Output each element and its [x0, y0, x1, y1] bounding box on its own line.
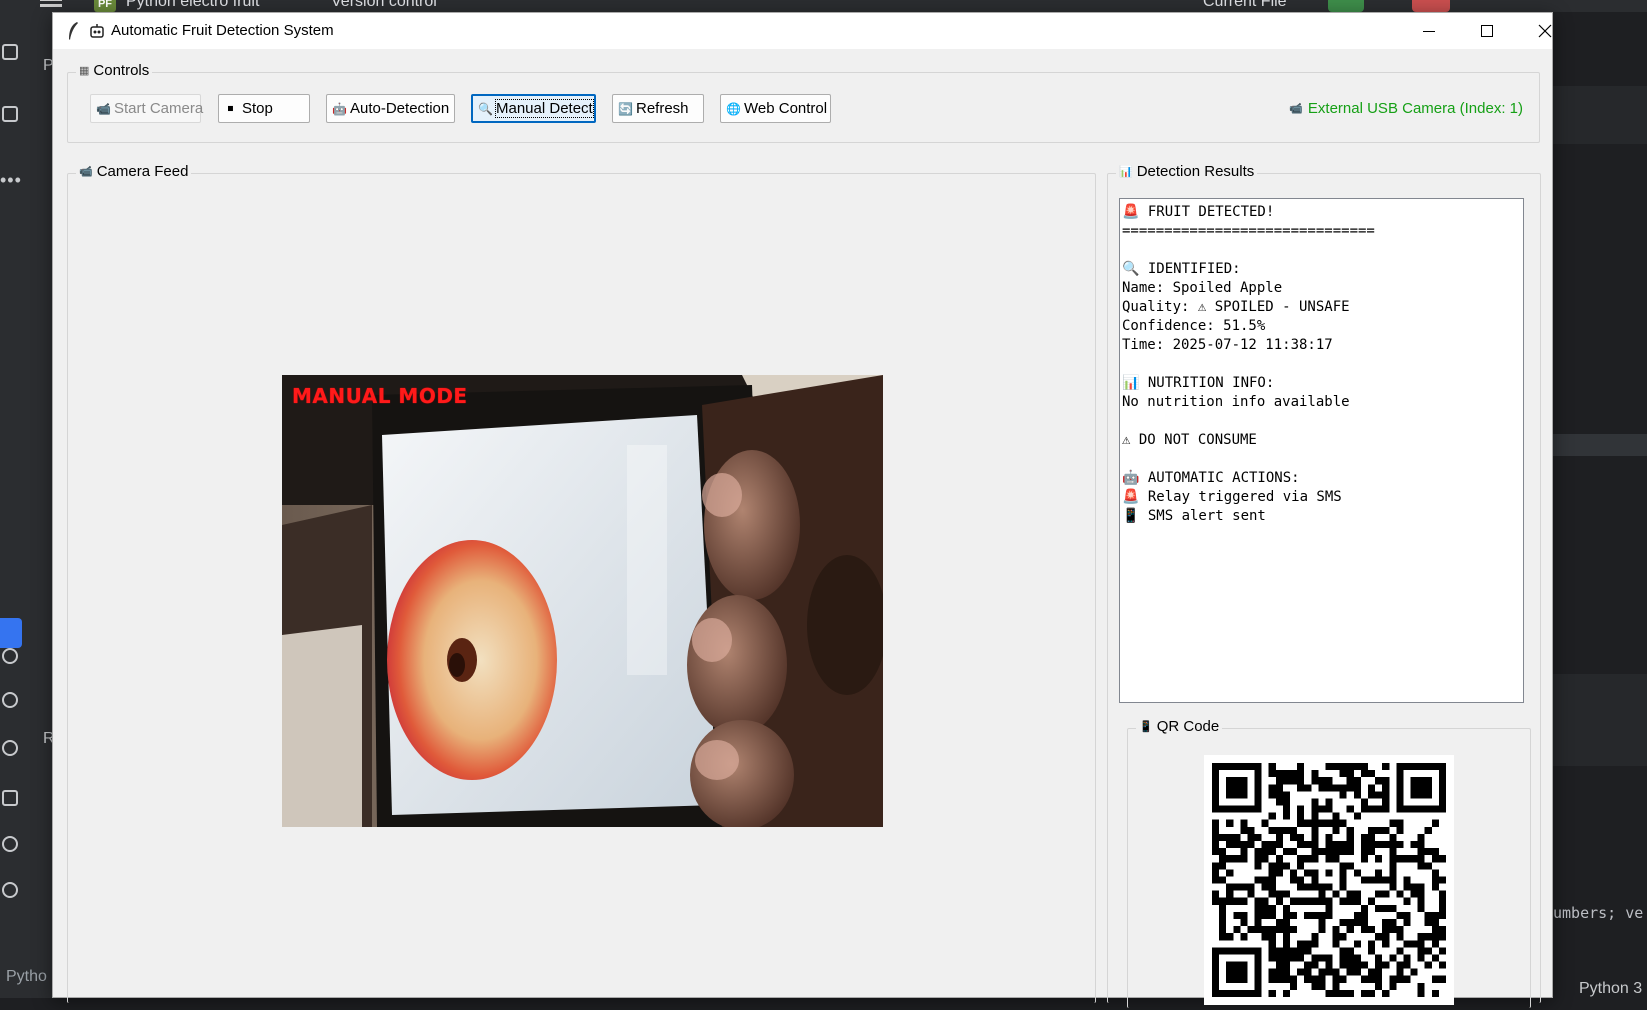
git-icon[interactable]: [2, 882, 18, 898]
editor-highlight-line: [1553, 434, 1647, 456]
result-line: Confidence: 51.5%: [1122, 318, 1266, 334]
result-line: Quality: ⚠ SPOILED - UNSAFE: [1122, 299, 1350, 315]
result-line: ⚠ DO NOT CONSUME: [1122, 432, 1257, 448]
chart-icon: 📊: [1119, 166, 1133, 178]
qr-code-title: QR Code: [1156, 718, 1220, 735]
camera-icon: 📹: [96, 101, 111, 116]
controls-icon: ▦: [79, 65, 90, 77]
run-tool-icon[interactable]: [0, 618, 22, 648]
web-control-button[interactable]: 🌐 Web Control: [720, 94, 831, 123]
ide-editor-area: umbers; ve Python 3: [1553, 12, 1647, 1010]
camera-feed-title: Camera Feed: [96, 163, 189, 180]
result-line: 🔍 IDENTIFIED:: [1122, 261, 1241, 277]
qr-code-graphic: [1212, 763, 1446, 997]
interpreter-status[interactable]: Python 3: [1579, 980, 1642, 998]
stop-run-button[interactable]: [1412, 0, 1450, 12]
start-camera-button[interactable]: 📹 Start Camera: [90, 94, 204, 123]
controls-legend: ▦ Controls: [76, 62, 153, 79]
camera-frame-image: [282, 375, 883, 827]
camera-icon: 📹: [79, 166, 93, 178]
maximize-button[interactable]: [1458, 13, 1516, 49]
magnifier-icon: 🔍: [478, 101, 493, 116]
minimize-button[interactable]: [1400, 13, 1458, 49]
results-textarea[interactable]: 🚨 FRUIT DETECTED! =======================…: [1119, 198, 1524, 703]
run-config-selector[interactable]: Current File: [1203, 0, 1287, 11]
feather-icon: [69, 22, 78, 40]
app-window: Automatic Fruit Detection System ▦ Contr…: [52, 12, 1553, 1008]
camera-status: 📹 External USB Camera (Index: 1): [1289, 100, 1523, 117]
detection-results-legend: 📊 Detection Results: [1116, 163, 1258, 180]
problems-icon[interactable]: [2, 836, 18, 852]
version-control-menu[interactable]: Version control: [331, 0, 437, 11]
close-icon: [1538, 24, 1552, 38]
stop-button[interactable]: ⏹ Stop: [218, 94, 310, 123]
controls-group: ▦ Controls 📹 Start Camera ⏹ Stop 🤖 Auto-…: [67, 62, 1540, 143]
code-snippet: umbers; ve: [1553, 904, 1644, 922]
project-selector[interactable]: Python electro fruit: [126, 0, 259, 11]
python-packages-icon[interactable]: [2, 648, 18, 664]
editor-block: [1553, 674, 1647, 766]
camera-feed-group: 📹 Camera Feed MANUAL MODE: [67, 163, 1096, 1003]
ide-tool-window-bar: ••• P R: [0, 12, 55, 1010]
result-line: [1122, 240, 1521, 259]
detection-results-title: Detection Results: [1136, 163, 1255, 180]
robot-icon: [90, 24, 104, 38]
structure-icon[interactable]: [2, 106, 18, 122]
camera-icon: 📹: [1289, 103, 1303, 115]
stop-label: Stop: [242, 100, 273, 117]
start-camera-label: Start Camera: [114, 100, 204, 117]
result-line: [1122, 354, 1521, 373]
manual-detect-label: Manual Detect: [495, 99, 594, 118]
window-title: Automatic Fruit Detection System: [111, 22, 334, 39]
result-line: No nutrition info available: [1122, 394, 1350, 410]
refresh-icon: 🔄: [618, 101, 633, 116]
result-line: [1122, 411, 1521, 430]
minimize-icon: [1423, 30, 1435, 32]
camera-frame[interactable]: MANUAL MODE: [282, 375, 883, 827]
result-line: [1122, 449, 1521, 468]
qr-code-group: 📱 QR Code: [1127, 718, 1531, 1008]
result-line: ==============================: [1122, 223, 1375, 239]
mode-overlay-label: MANUAL MODE: [292, 384, 468, 408]
title-bar[interactable]: Automatic Fruit Detection System: [53, 13, 1552, 49]
result-line: 🚨 FRUIT DETECTED!: [1122, 204, 1275, 220]
close-button[interactable]: [1516, 13, 1574, 49]
refresh-button[interactable]: 🔄 Refresh: [612, 94, 704, 123]
debug-icon[interactable]: [2, 740, 18, 756]
qr-code-legend: 📱 QR Code: [1136, 718, 1223, 735]
camera-status-text: External USB Camera (Index: 1): [1307, 100, 1523, 117]
run-button[interactable]: [1328, 0, 1364, 12]
result-line: 🚨 Relay triggered via SMS: [1122, 489, 1342, 505]
stop-icon: ⏹: [227, 101, 234, 115]
qr-code-image: [1204, 755, 1454, 1005]
ide-top-toolbar: PF Python electro fruit Version control …: [0, 0, 1647, 12]
main-menu-icon[interactable]: [40, 0, 62, 1]
refresh-label: Refresh: [636, 100, 689, 117]
services-icon[interactable]: [2, 692, 18, 708]
terminal-icon[interactable]: [2, 790, 18, 806]
camera-feed-legend: 📹 Camera Feed: [76, 163, 192, 180]
more-tools-icon[interactable]: •••: [0, 170, 22, 191]
result-line: Time: 2025-07-12 11:38:17: [1122, 337, 1333, 353]
robot-icon: 🤖: [332, 101, 347, 116]
editor-block: [1553, 86, 1647, 144]
project-folder-icon[interactable]: [2, 44, 18, 60]
maximize-icon: [1481, 25, 1493, 37]
result-line: 🤖 AUTOMATIC ACTIONS:: [1122, 470, 1300, 486]
result-line: 📱 SMS alert sent: [1122, 508, 1266, 524]
result-line: Name: Spoiled Apple: [1122, 280, 1283, 296]
ide-status-left: Pytho: [0, 958, 52, 998]
project-badge: PF: [94, 0, 116, 12]
web-control-label: Web Control: [744, 100, 828, 117]
phone-icon: 📱: [1139, 721, 1153, 733]
globe-icon: 🌐: [726, 101, 741, 116]
auto-detection-label: Auto-Detection: [350, 100, 450, 117]
controls-title: Controls: [93, 62, 150, 79]
result-line: 📊 NUTRITION INFO:: [1122, 375, 1275, 391]
auto-detection-button[interactable]: 🤖 Auto-Detection: [326, 94, 455, 123]
manual-detect-button[interactable]: 🔍 Manual Detect: [471, 94, 596, 123]
